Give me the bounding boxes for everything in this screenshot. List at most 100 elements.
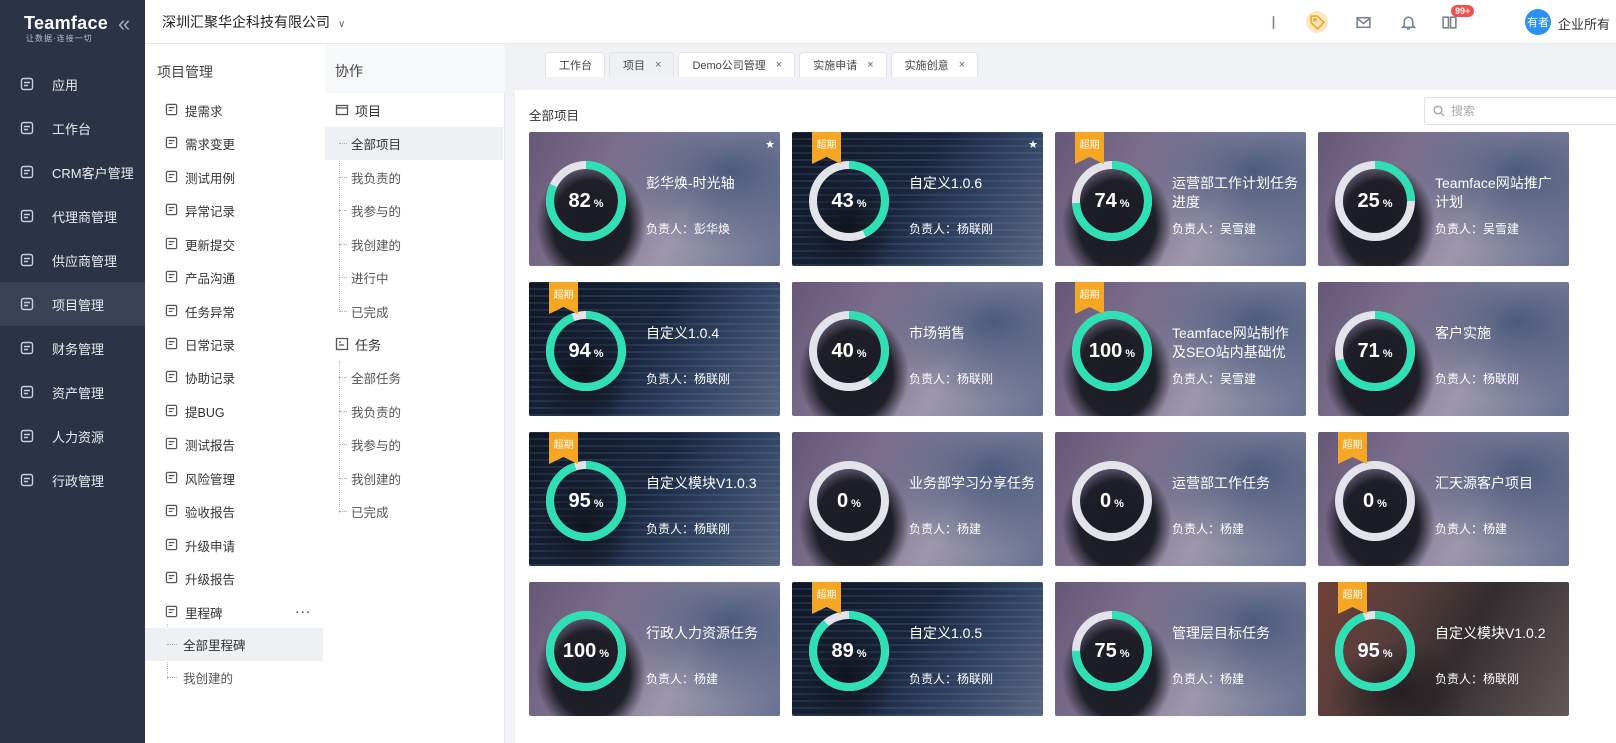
module-item-4[interactable]: 更新提交	[165, 232, 315, 256]
close-icon[interactable]: ×	[867, 59, 873, 71]
avatar[interactable]: 有者	[1525, 9, 1551, 35]
project-name: 客户实施	[1435, 325, 1491, 341]
percent-sign: %	[593, 348, 604, 360]
project-card[interactable]: 100% Teamface网站制作及SEO站内基础优 负责人：吴雪建 超期	[1055, 282, 1306, 416]
tab-1[interactable]: 项目 ×	[609, 52, 675, 77]
user-name[interactable]: 企业所有	[1558, 14, 1610, 33]
tab-0[interactable]: 工作台	[545, 52, 605, 77]
module-item-2[interactable]: 测试用例	[165, 165, 315, 189]
project-card[interactable]: 0% 运营部工作任务 负责人：杨建	[1055, 432, 1306, 566]
logo[interactable]: Teamface	[24, 13, 108, 34]
project-card[interactable]: 74% 运营部工作计划任务进度 负责人：吴雪建 超期	[1055, 132, 1306, 266]
project-card[interactable]: 89% 自定义1.0.5 负责人：杨联刚 超期	[792, 582, 1043, 716]
module-item-9[interactable]: 提BUG	[165, 399, 315, 423]
project-group[interactable]: 项目	[335, 98, 381, 122]
project-card[interactable]: 82% 彭华焕-时光轴 负责人：彭华焕 ★	[529, 132, 780, 266]
close-icon[interactable]: ×	[655, 59, 661, 71]
collab-item-label: 我创建的	[351, 238, 402, 253]
bell-icon[interactable]	[1397, 11, 1419, 33]
collab-item-2[interactable]: 我参与的	[325, 428, 503, 461]
collab-item-3[interactable]: 我创建的	[325, 228, 503, 261]
nav-item-4[interactable]: 供应商管理	[0, 238, 145, 282]
collab-item-1[interactable]: 我负责的	[325, 161, 503, 194]
collab-item-4[interactable]: 已完成	[325, 495, 503, 528]
project-card[interactable]: 100% 行政人力资源任务 负责人：杨建	[529, 582, 780, 716]
nav-item-8[interactable]: 人力资源	[0, 414, 145, 458]
collab-item-1[interactable]: 我负责的	[325, 395, 503, 428]
percent-sign: %	[1114, 498, 1124, 510]
nav-item-label: 资产管理	[52, 385, 105, 401]
module-item-label: 产品沟通	[185, 271, 236, 286]
report-icon	[165, 437, 179, 451]
task-group[interactable]: 任务	[335, 332, 381, 356]
collab-item-0[interactable]: 全部项目	[325, 127, 503, 160]
tag-icon[interactable]	[1306, 11, 1328, 33]
project-card[interactable]: 95% 自定义模块V1.0.3 负责人：杨联刚 超期	[529, 432, 780, 566]
mail-icon[interactable]	[1352, 11, 1374, 33]
star-icon[interactable]: ★	[1028, 138, 1038, 151]
owner-prefix: 负责人：	[646, 222, 695, 236]
milestone-sub-item-0[interactable]: 全部里程碑	[145, 628, 323, 661]
collab-item-5[interactable]: 已完成	[325, 295, 503, 328]
tree-branch	[339, 243, 347, 245]
module-item-7[interactable]: 日常记录	[165, 332, 315, 356]
assist-icon	[165, 370, 179, 384]
search-box[interactable]	[1424, 97, 1616, 125]
collab-item-2[interactable]: 我参与的	[325, 194, 503, 227]
module-item-15[interactable]: 里程碑	[165, 600, 315, 624]
close-icon[interactable]: ×	[959, 59, 965, 71]
close-icon[interactable]: ×	[776, 59, 782, 71]
star-icon[interactable]: ★	[765, 138, 775, 151]
project-card[interactable]: 75% 管理层目标任务 负责人：杨建	[1055, 582, 1306, 716]
project-owner: 负责人：杨建	[1172, 520, 1244, 537]
nav-item-1[interactable]: 工作台	[0, 106, 145, 150]
project-card[interactable]: 40% 市场销售 负责人：杨联刚	[792, 282, 1043, 416]
nav-item-3[interactable]: 代理商管理	[0, 194, 145, 238]
owner-prefix: 负责人：	[909, 522, 958, 536]
project-card[interactable]: 0% 汇天源客户项目 负责人：杨建 超期	[1318, 432, 1569, 566]
module-item-label: 更新提交	[185, 238, 236, 253]
nav-item-2[interactable]: CRM客户管理	[0, 150, 145, 194]
collab-item-0[interactable]: 全部任务	[325, 361, 503, 394]
collapse-sidebar-icon[interactable]: «	[118, 13, 130, 35]
company-switcher[interactable]: 深圳汇聚华企科技有限公司 ∨	[162, 12, 345, 32]
module-item-14[interactable]: 升级报告	[165, 566, 315, 590]
book-icon[interactable]	[1438, 11, 1460, 33]
module-item-5[interactable]: 产品沟通	[165, 265, 315, 289]
project-card[interactable]: 0% 业务部学习分享任务 负责人：杨建	[792, 432, 1043, 566]
search-input[interactable]	[1451, 104, 1611, 118]
project-card[interactable]: 95% 自定义模块V1.0.2 负责人：杨联刚 超期	[1318, 582, 1569, 716]
project-name: Teamface网站制作及SEO站内基础优	[1172, 325, 1289, 360]
project-card[interactable]: 94% 自定义1.0.4 负责人：杨联刚 超期	[529, 282, 780, 416]
project-name: 运营部工作计划任务进度	[1172, 175, 1298, 210]
project-card[interactable]: 71% 客户实施 负责人：杨联刚	[1318, 282, 1569, 416]
module-item-12[interactable]: 验收报告	[165, 499, 315, 523]
module-item-8[interactable]: 协助记录	[165, 365, 315, 389]
module-item-3[interactable]: 异常记录	[165, 198, 315, 222]
project-card[interactable]: 25% Teamface网站推广计划 负责人：吴雪建	[1318, 132, 1569, 266]
tab-4[interactable]: 实施创意 ×	[890, 52, 979, 77]
module-item-6[interactable]: 任务异常	[165, 299, 315, 323]
module-item-10[interactable]: 测试报告	[165, 432, 315, 456]
nav-item-9[interactable]: 行政管理	[0, 458, 145, 502]
panel-title: 全部项目	[529, 109, 580, 123]
tab-2[interactable]: Demo公司管理 ×	[678, 52, 796, 77]
project-name: 市场销售	[909, 325, 965, 341]
module-item-0[interactable]: 提需求	[165, 98, 315, 122]
module-item-11[interactable]: 风险管理	[165, 466, 315, 490]
tree-branch	[339, 444, 347, 445]
milestone-sub-item-1[interactable]: 我创建的	[145, 661, 323, 694]
collab-item-3[interactable]: 我创建的	[325, 462, 503, 495]
progress-number: 89	[831, 639, 854, 662]
tab-3[interactable]: 实施申请 ×	[799, 52, 887, 77]
module-item-1[interactable]: 需求变更	[165, 131, 315, 155]
nav-item-6[interactable]: 财务管理	[0, 326, 145, 370]
project-card[interactable]: 43% 自定义1.0.6 负责人：杨联刚 超期 ★	[792, 132, 1043, 266]
nav-item-5[interactable]: 项目管理	[0, 282, 145, 326]
more-icon[interactable]: ...	[295, 600, 311, 618]
nav-item-0[interactable]: 应用	[0, 62, 145, 106]
module-item-13[interactable]: 升级申请	[165, 533, 315, 557]
module-item-label: 验收报告	[185, 505, 236, 520]
collab-item-4[interactable]: 进行中	[325, 261, 503, 294]
nav-item-7[interactable]: 资产管理	[0, 370, 145, 414]
